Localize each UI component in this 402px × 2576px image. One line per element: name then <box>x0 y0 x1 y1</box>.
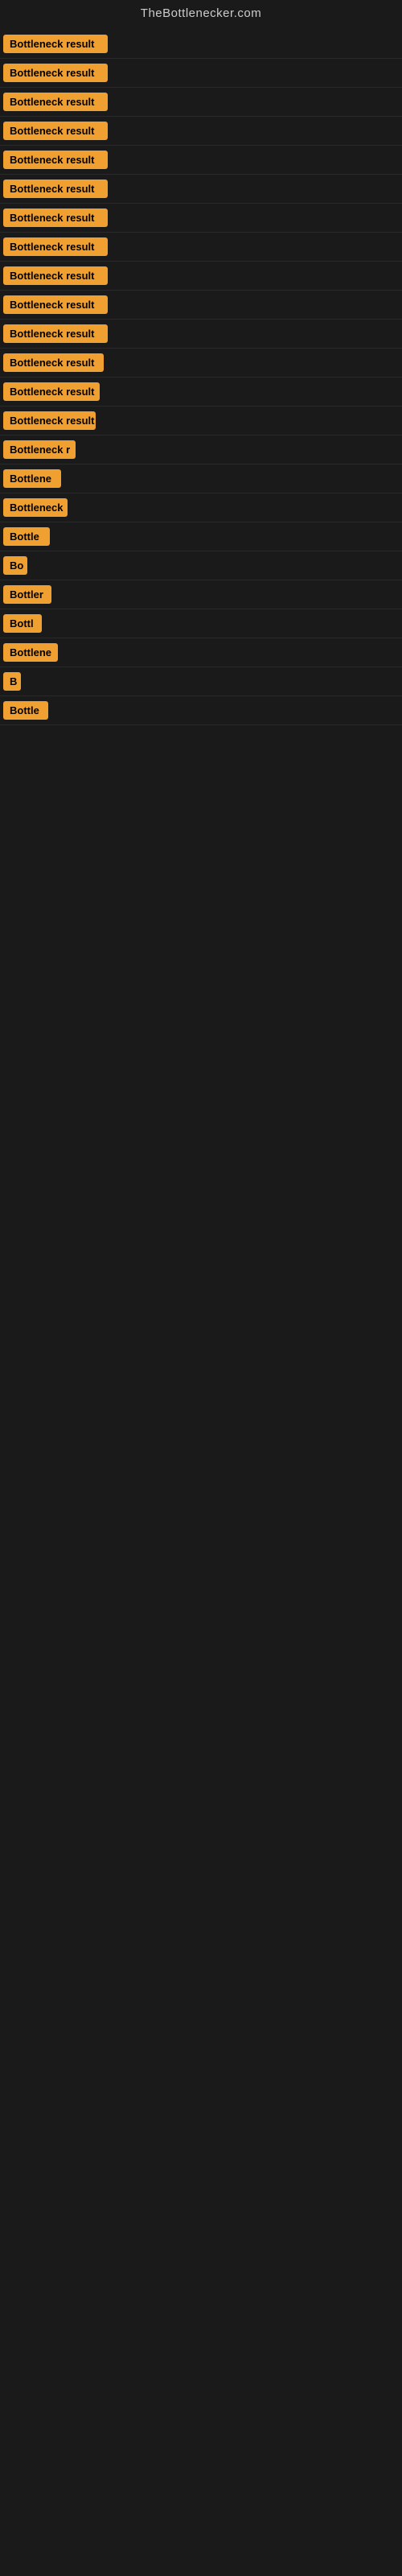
bottleneck-result-badge[interactable]: Bottleneck result <box>3 93 108 111</box>
list-item: Bottlene <box>0 464 402 493</box>
bottleneck-result-badge[interactable]: Bottlene <box>3 643 58 662</box>
list-item: Bottleneck <box>0 493 402 522</box>
bottleneck-result-badge[interactable]: Bottleneck result <box>3 180 108 198</box>
bottleneck-result-badge[interactable]: Bottleneck result <box>3 64 108 82</box>
bottleneck-result-badge[interactable]: Bottleneck result <box>3 208 108 227</box>
list-item: Bottleneck result <box>0 349 402 378</box>
list-item: Bottleneck r <box>0 436 402 464</box>
bottleneck-result-badge[interactable]: Bottlene <box>3 469 61 488</box>
list-item: Bottlene <box>0 638 402 667</box>
bottleneck-result-badge[interactable]: Bottleneck result <box>3 237 108 256</box>
list-item: Bottleneck result <box>0 117 402 146</box>
list-item: Bottleneck result <box>0 146 402 175</box>
bottleneck-result-badge[interactable]: Bottleneck <box>3 498 68 517</box>
bottleneck-result-badge[interactable]: Bottler <box>3 585 51 604</box>
site-title-text: TheBottlenecker.com <box>0 0 402 30</box>
bottleneck-result-badge[interactable]: Bottle <box>3 527 50 546</box>
list-item: Bottleneck result <box>0 320 402 349</box>
bottleneck-result-badge[interactable]: Bottl <box>3 614 42 633</box>
bottleneck-result-badge[interactable]: B <box>3 672 21 691</box>
list-item: Bo <box>0 551 402 580</box>
bottleneck-result-badge[interactable]: Bottle <box>3 701 48 720</box>
bottleneck-result-badge[interactable]: Bottleneck result <box>3 382 100 401</box>
bottleneck-result-badge[interactable]: Bo <box>3 556 27 575</box>
bottleneck-result-badge[interactable]: Bottleneck result <box>3 353 104 372</box>
list-item: Bottleneck result <box>0 262 402 291</box>
bottleneck-result-badge[interactable]: Bottleneck result <box>3 295 108 314</box>
list-item: Bottleneck result <box>0 59 402 88</box>
rows-container: Bottleneck result Bottleneck result Bottle… <box>0 30 402 725</box>
list-item: Bottleneck result <box>0 407 402 436</box>
list-item: Bottler <box>0 580 402 609</box>
bottleneck-result-badge[interactable]: Bottleneck result <box>3 151 108 169</box>
bottleneck-result-badge[interactable]: Bottleneck result <box>3 324 108 343</box>
list-item: B <box>0 667 402 696</box>
list-item: Bottleneck result <box>0 233 402 262</box>
bottleneck-result-badge[interactable]: Bottleneck result <box>3 122 108 140</box>
list-item: Bottle <box>0 696 402 725</box>
list-item: Bottleneck result <box>0 88 402 117</box>
bottleneck-result-badge[interactable]: Bottleneck result <box>3 266 108 285</box>
list-item: Bottle <box>0 522 402 551</box>
bottleneck-result-badge[interactable]: Bottleneck result <box>3 411 96 430</box>
list-item: Bottleneck result <box>0 30 402 59</box>
bottleneck-result-badge[interactable]: Bottleneck r <box>3 440 76 459</box>
list-item: Bottleneck result <box>0 291 402 320</box>
list-item: Bottleneck result <box>0 204 402 233</box>
list-item: Bottleneck result <box>0 175 402 204</box>
list-item: Bottleneck result <box>0 378 402 407</box>
bottleneck-result-badge[interactable]: Bottleneck result <box>3 35 108 53</box>
list-item: Bottl <box>0 609 402 638</box>
